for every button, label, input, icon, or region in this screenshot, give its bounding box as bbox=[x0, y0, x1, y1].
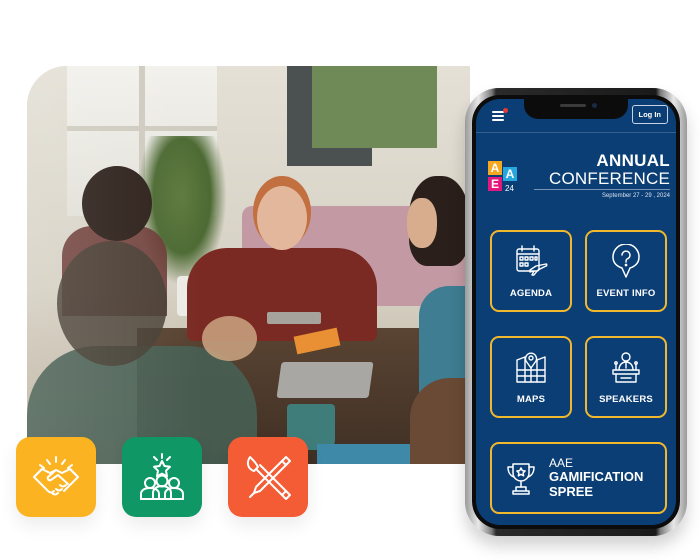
speaker-podium-icon bbox=[612, 352, 640, 383]
aae-logo: A A E 24 bbox=[488, 161, 528, 197]
hamburger-menu-icon[interactable] bbox=[492, 108, 508, 123]
nav-tile-label: EVENT INFO bbox=[596, 288, 656, 299]
question-pin-icon bbox=[612, 244, 640, 278]
nav-tile-agenda[interactable]: AGENDA bbox=[490, 230, 572, 312]
phone-mockup: Log In A A E 24 ANNUAL CONFERENCE Septem… bbox=[465, 88, 687, 536]
nav-tile-label: MAPS bbox=[516, 394, 546, 405]
nav-tile-speakers[interactable]: SPEAKERS bbox=[585, 336, 667, 418]
app-header: Log In bbox=[476, 99, 676, 133]
conference-dates: September 27 - 29 , 2024 bbox=[601, 193, 670, 199]
nav-tile-gamification[interactable]: AAE GAMIFICATION SPREE bbox=[490, 442, 667, 514]
feature-tile-handshake bbox=[16, 437, 96, 517]
nav-tile-label: AGENDA bbox=[509, 288, 553, 299]
logo-letter-e: E bbox=[488, 177, 502, 191]
notification-dot bbox=[503, 108, 508, 113]
brush-pen-icon bbox=[246, 456, 291, 500]
feature-tile-team bbox=[122, 437, 202, 517]
trophy-icon bbox=[507, 463, 535, 495]
phone-bezel: Log In A A E 24 ANNUAL CONFERENCE Septem… bbox=[472, 95, 680, 529]
gamification-line-3: SPREE bbox=[549, 484, 594, 499]
app-screen: Log In A A E 24 ANNUAL CONFERENCE Septem… bbox=[476, 99, 676, 525]
conference-title-line-1: ANNUAL bbox=[596, 151, 670, 170]
handshake-icon bbox=[33, 456, 79, 496]
gamification-line-1: AAE bbox=[549, 456, 574, 470]
feature-tile-design bbox=[228, 437, 308, 517]
nav-tile-maps[interactable]: MAPS bbox=[490, 336, 572, 418]
logo-letter-a1: A bbox=[488, 161, 502, 175]
title-divider bbox=[534, 189, 670, 190]
logo-year: 24 bbox=[505, 184, 514, 193]
team-star-icon bbox=[140, 453, 184, 500]
gamification-line-2: GAMIFICATION bbox=[549, 469, 644, 484]
team-meeting-photo bbox=[27, 66, 470, 464]
map-pin-icon bbox=[516, 352, 546, 383]
photo-overlay bbox=[27, 66, 470, 464]
conference-title-line-2: CONFERENCE bbox=[548, 169, 670, 188]
calendar-plane-icon bbox=[516, 245, 548, 276]
nav-tile-event-info[interactable]: EVENT INFO bbox=[585, 230, 667, 312]
conference-brand: A A E 24 ANNUAL CONFERENCE September 27 … bbox=[488, 141, 676, 201]
login-button[interactable]: Log In bbox=[631, 105, 668, 124]
nav-tile-label: SPEAKERS bbox=[599, 394, 653, 405]
logo-letter-a2: A bbox=[503, 167, 517, 181]
